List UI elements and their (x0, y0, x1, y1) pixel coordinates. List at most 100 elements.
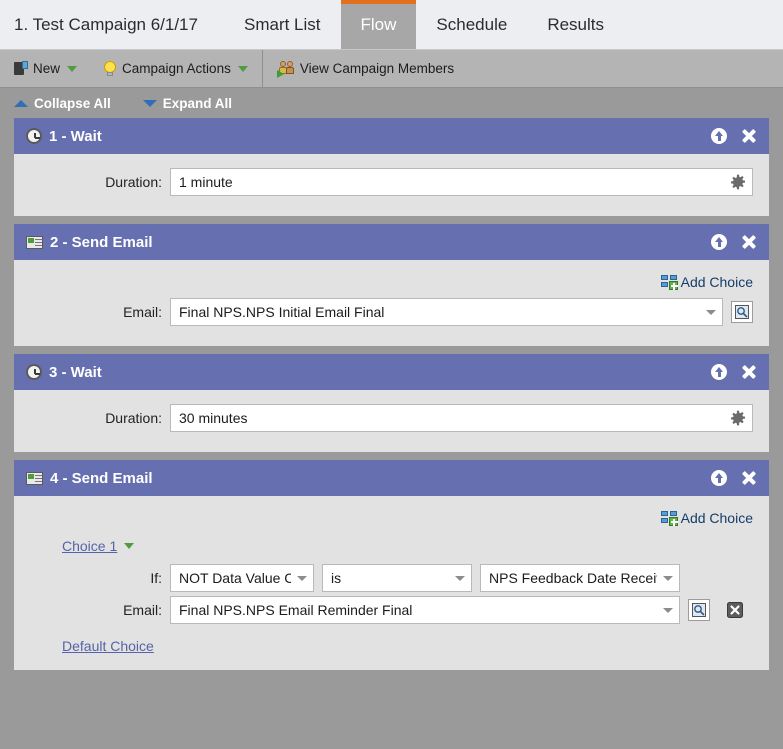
view-campaign-members-button[interactable]: View Campaign Members (276, 60, 455, 78)
choice-email-row: Email: Final NPS.NPS Email Reminder Fina… (30, 596, 753, 624)
add-choice-row: Add Choice (30, 274, 753, 290)
preview-email-button[interactable] (731, 301, 753, 323)
attribute-dropdown[interactable]: NPS Feedback Date Receive (480, 564, 680, 592)
envelope-icon (26, 235, 43, 249)
chevron-down-icon (142, 99, 157, 107)
close-icon (741, 364, 757, 380)
duration-input[interactable]: 1 minute (170, 168, 753, 196)
toolbar-group-members: View Campaign Members (263, 50, 468, 87)
toolbar-group-actions: New Campaign Actions (0, 50, 263, 87)
arrow-up-circle-icon (711, 128, 727, 144)
tab-label: Schedule (436, 14, 508, 34)
duration-input[interactable]: 30 minutes (170, 404, 753, 432)
chevron-down-icon[interactable] (297, 575, 307, 581)
gear-icon[interactable] (730, 174, 746, 190)
step-header[interactable]: 4 - Send Email (14, 460, 769, 496)
add-choice-label: Add Choice (680, 510, 753, 526)
delete-choice-button[interactable] (724, 599, 746, 621)
tab-label: 1. Test Campaign 6/1/17 (14, 14, 198, 34)
tab-label: Results (547, 14, 604, 34)
if-label: If: (150, 570, 162, 586)
expand-all-button[interactable]: Expand All (142, 96, 232, 111)
default-choice-label[interactable]: Default Choice (62, 638, 753, 654)
move-up-button[interactable] (711, 470, 727, 486)
new-button[interactable]: New (14, 61, 78, 76)
toolbar: New Campaign Actions View Campaign Membe… (0, 50, 783, 88)
new-document-icon (14, 61, 28, 76)
add-choice-icon (660, 274, 678, 290)
flow-step-2: 2 - Send Email Add Choice Email: Final N… (14, 224, 769, 346)
chevron-down-icon[interactable] (237, 65, 248, 72)
duration-label: Duration: (105, 410, 162, 426)
clock-icon (26, 364, 42, 380)
chevron-down-icon[interactable] (663, 575, 673, 581)
collapse-all-button[interactable]: Collapse All (14, 96, 111, 111)
remove-step-button[interactable] (741, 128, 757, 144)
remove-step-button[interactable] (741, 234, 757, 250)
tab-results[interactable]: Results (527, 0, 624, 49)
flow-step-1: 1 - Wait Duration: 1 minute (14, 118, 769, 216)
chevron-up-icon (14, 99, 28, 107)
tab-bar: 1. Test Campaign 6/1/17 Smart List Flow … (0, 0, 783, 50)
duration-row: Duration: 30 minutes (30, 404, 753, 432)
tab-schedule[interactable]: Schedule (416, 0, 527, 49)
chevron-down-icon[interactable] (706, 309, 716, 315)
chevron-down-icon[interactable] (67, 65, 78, 72)
chevron-down-icon[interactable] (455, 575, 465, 581)
move-up-button[interactable] (711, 128, 727, 144)
step-body: Duration: 1 minute (14, 154, 769, 216)
step-title: 3 - Wait (49, 363, 102, 381)
campaign-flow-app: 1. Test Campaign 6/1/17 Smart List Flow … (0, 0, 783, 749)
campaign-actions-label: Campaign Actions (122, 61, 231, 76)
add-choice-button[interactable]: Add Choice (660, 510, 753, 526)
close-icon (741, 234, 757, 250)
remove-step-button[interactable] (741, 364, 757, 380)
arrow-up-circle-icon (711, 234, 727, 250)
chevron-down-icon[interactable] (124, 543, 135, 549)
remove-step-button[interactable] (741, 470, 757, 486)
condition-type-dropdown[interactable]: NOT Data Value Cl (170, 564, 314, 592)
choice-1-label[interactable]: Choice 1 (62, 538, 753, 554)
lightbulb-icon (103, 60, 117, 77)
choice-label-text: Choice 1 (62, 538, 118, 554)
collapse-all-label: Collapse All (34, 95, 111, 111)
arrow-up-circle-icon (711, 470, 727, 486)
close-icon (741, 470, 757, 486)
gear-icon[interactable] (730, 410, 746, 426)
preview-email-button[interactable] (688, 599, 710, 621)
chevron-down-icon[interactable] (663, 607, 673, 613)
tab-label: Flow (360, 14, 397, 34)
clock-icon (26, 128, 42, 144)
close-icon (741, 128, 757, 144)
attribute-value: NPS Feedback Date Receive (489, 570, 657, 586)
add-choice-button[interactable]: Add Choice (660, 274, 753, 290)
envelope-icon (26, 471, 43, 485)
duration-value: 1 minute (179, 174, 233, 190)
email-row: Email: Final NPS.NPS Initial Email Final (30, 298, 753, 326)
tab-smart-list[interactable]: Smart List (224, 0, 341, 49)
view-campaign-members-label: View Campaign Members (299, 61, 455, 76)
email-dropdown[interactable]: Final NPS.NPS Initial Email Final (170, 298, 723, 326)
duration-value: 30 minutes (179, 410, 248, 426)
email-dropdown[interactable]: Final NPS.NPS Email Reminder Final (170, 596, 680, 624)
step-header[interactable]: 3 - Wait (14, 354, 769, 390)
delete-icon (727, 602, 743, 618)
email-label: Email: (123, 602, 162, 618)
operator-value: is (331, 570, 342, 586)
if-condition-row: If: NOT Data Value Cl is NPS Feedback Da… (30, 564, 753, 592)
tab-campaign-name[interactable]: 1. Test Campaign 6/1/17 (0, 0, 224, 49)
campaign-actions-button[interactable]: Campaign Actions (103, 60, 248, 77)
collapse-expand-bar: Collapse All Expand All (0, 88, 783, 118)
flow-steps-container: 1 - Wait Duration: 1 minute 2 - Send Ema… (0, 118, 783, 670)
people-icon (276, 60, 295, 78)
move-up-button[interactable] (711, 234, 727, 250)
operator-dropdown[interactable]: is (322, 564, 472, 592)
move-up-button[interactable] (711, 364, 727, 380)
tab-flow[interactable]: Flow (340, 0, 417, 49)
step-header[interactable]: 1 - Wait (14, 118, 769, 154)
flow-step-3: 3 - Wait Duration: 30 minutes (14, 354, 769, 452)
add-choice-icon (660, 510, 678, 526)
step-header[interactable]: 2 - Send Email (14, 224, 769, 260)
duration-label: Duration: (105, 174, 162, 190)
step-body: Add Choice Choice 1 If: NOT Data Value C… (14, 496, 769, 670)
